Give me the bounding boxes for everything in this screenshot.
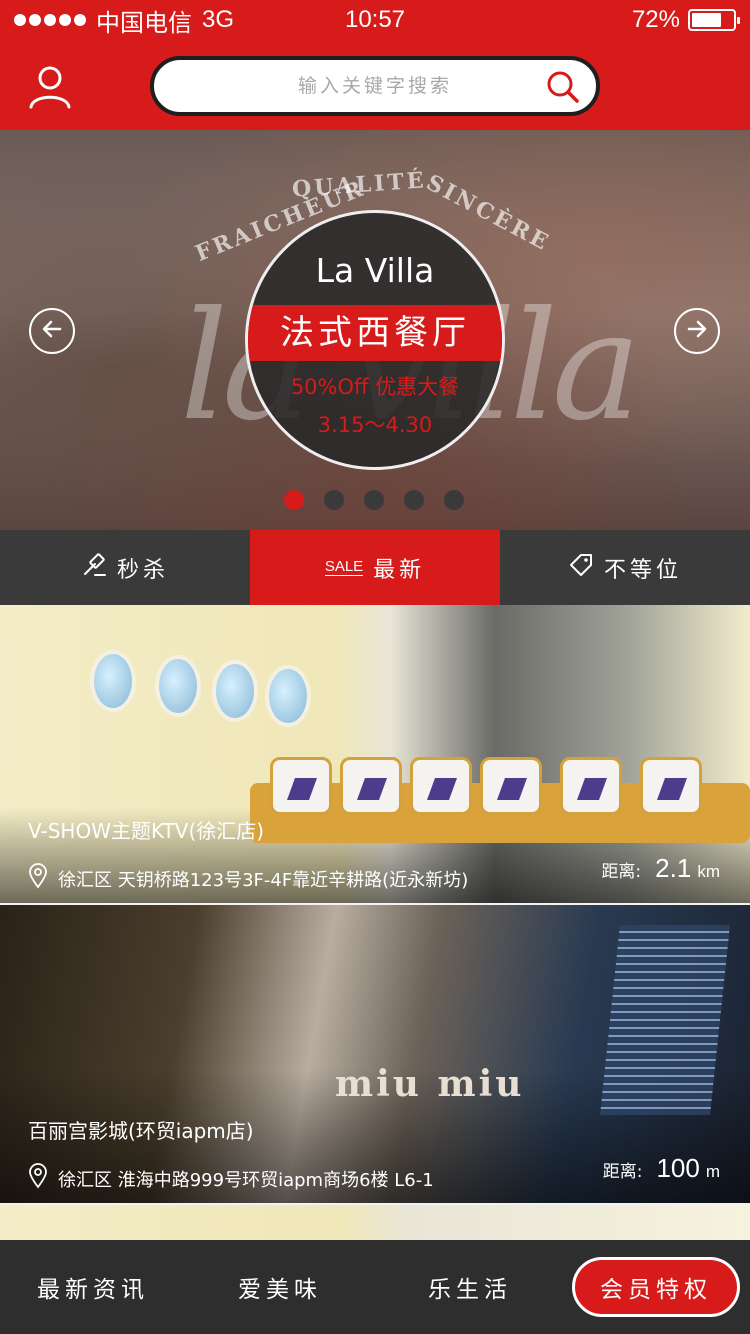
banner-title: 法式西餐厅 [248,305,502,361]
status-right: 72% [631,6,740,34]
tab-label: 不等位 [603,557,682,583]
nav-latest-news[interactable]: 最新资讯 [18,1240,168,1334]
user-icon[interactable] [26,62,74,110]
distance-unit: km [697,862,720,881]
signal-strength-icon [14,14,86,26]
battery-percent: 72% [631,6,680,33]
tab-label: 最新 [373,557,426,583]
distance-value: 100 [656,1153,700,1183]
carrier-name: 中国电信 [96,9,192,37]
nav-food[interactable]: 爱美味 [205,1240,355,1334]
search-bar [150,56,600,116]
nav-member-benefits[interactable]: 会员特权 [572,1257,740,1317]
arrow-right-icon [685,317,709,345]
status-left: 中国电信 3G [14,3,632,38]
tab-no-wait[interactable]: 不等位 [500,530,750,605]
venue-address: 徐汇区 天钥桥路123号3F-4F靠近辛耕路(近永新坊) [28,863,468,894]
slide-indicator [284,490,464,510]
search-icon[interactable] [546,70,580,104]
venue-address: 徐汇区 淮海中路999号环贸iapm商场6楼 L6-1 [28,1163,434,1194]
promo-banner[interactable]: FRAICHEUR QUALITÉ SINCÈRE la villa La Vi… [0,130,750,530]
distance-unit: m [705,1162,720,1181]
slide-dot[interactable] [324,490,344,510]
venue-title: V-SHOW主题KTV(徐汇店) [28,819,265,843]
next-slide-button[interactable] [674,308,720,354]
slide-dot[interactable] [444,490,464,510]
distance-value: 2.1 [655,853,692,883]
prev-slide-button[interactable] [29,308,75,354]
hammer-icon [81,552,107,584]
distance-label: 距离: [602,1162,643,1182]
tag-icon [568,552,594,584]
venue-card[interactable] [0,1205,750,1245]
battery-icon [688,9,740,31]
app-root: 中国电信 3G 10:57 72% FRAICHE [0,0,750,1334]
tab-latest[interactable]: SALE 最新 [250,530,500,605]
venue-address-text: 徐汇区 天钥桥路123号3F-4F靠近辛耕路(近永新坊) [58,869,469,891]
arrow-left-icon [40,317,64,345]
slide-dot[interactable] [284,490,304,510]
category-tabs: 秒杀 SALE 最新 不等位 [0,530,750,605]
bottom-nav: 最新资讯 爱美味 乐生活 会员特权 [0,1240,750,1334]
slide-dot[interactable] [364,490,384,510]
sale-tag: SALE [324,558,364,576]
storefront-sign: miu miu [335,1063,525,1105]
distance-label: 距离: [601,862,642,882]
venue-distance: 距离: 100 m [603,1153,720,1184]
venue-title: 百丽宫影城(环贸iapm店) [28,1119,254,1143]
venue-info: V-SHOW主题KTV(徐汇店) 徐汇区 天钥桥路123号3F-4F靠近辛耕路(… [0,807,750,903]
banner-badge: La Villa 法式西餐厅 50%Off 优惠大餐 3.15～4.30 [245,210,505,470]
venue-photo [0,1205,750,1245]
venue-address-text: 徐汇区 淮海中路999号环贸iapm商场6楼 L6-1 [58,1169,434,1191]
venue-info: 百丽宫影城(环贸iapm店) 徐汇区 淮海中路999号环贸iapm商场6楼 L6… [0,1107,750,1203]
banner-promo: 50%Off 优惠大餐 [290,375,460,399]
venue-card[interactable]: miu miu 百丽宫影城(环贸iapm店) 徐汇区 淮海中路999号环贸iap… [0,905,750,1203]
banner-bg-word: QUALITÉ [291,167,428,203]
network-type: 3G [202,6,235,33]
location-pin-icon [28,863,48,894]
banner-dates: 3.15～4.30 [317,413,433,437]
venue-card[interactable]: V-SHOW主题KTV(徐汇店) 徐汇区 天钥桥路123号3F-4F靠近辛耕路(… [0,605,750,903]
location-pin-icon [28,1163,48,1194]
tab-flash-sale[interactable]: 秒杀 [0,530,250,605]
slide-dot[interactable] [404,490,424,510]
nav-lifestyle[interactable]: 乐生活 [395,1240,545,1334]
tab-label: 秒杀 [116,557,169,583]
header [0,40,750,130]
search-input[interactable] [195,75,555,97]
status-bar: 中国电信 3G 10:57 72% [0,0,750,40]
venue-distance: 距离: 2.1 km [601,853,720,884]
banner-brand: La Villa [315,251,435,290]
